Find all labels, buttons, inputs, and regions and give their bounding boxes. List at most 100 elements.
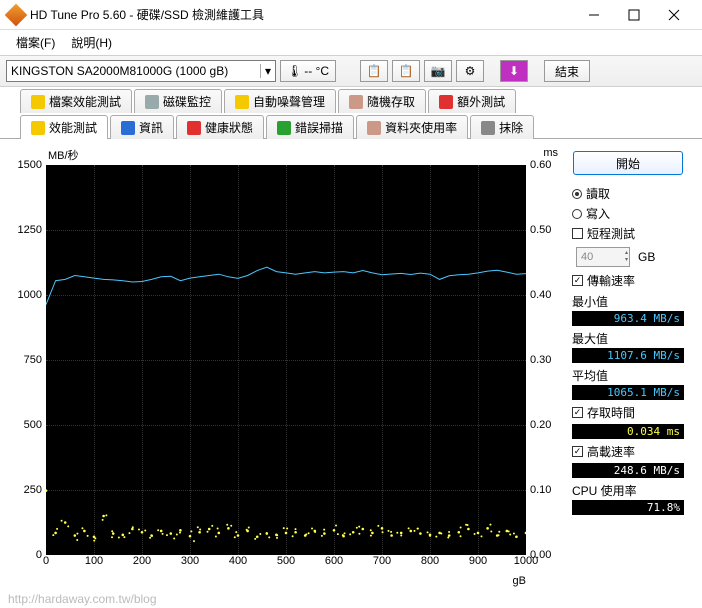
camera-clipboard-icon: 📋 bbox=[399, 64, 414, 78]
check-burst-rate[interactable]: ✓ 高載速率 bbox=[572, 443, 684, 460]
download-icon: ⬇ bbox=[509, 64, 519, 78]
short-test-size-input[interactable]: 40 bbox=[576, 247, 630, 267]
cpu-label: CPU 使用率 bbox=[572, 482, 684, 499]
x-unit-label: gB bbox=[513, 575, 526, 587]
tab-icon bbox=[481, 121, 495, 135]
minimize-button[interactable] bbox=[574, 1, 614, 29]
copy-info-button[interactable]: 📋 bbox=[360, 60, 388, 82]
tab-label: 效能測試 bbox=[49, 119, 97, 136]
burst-rate-value: 248.6 MB/s bbox=[572, 463, 684, 478]
clipboard-icon: 📋 bbox=[367, 64, 382, 78]
min-label: 最小值 bbox=[572, 293, 684, 310]
radio-icon bbox=[572, 209, 582, 219]
chevron-down-icon: ▾ bbox=[260, 64, 271, 78]
main-content: MB/秒 ms 0250500750100012501500 0.000.100… bbox=[0, 138, 702, 577]
tab-icon bbox=[439, 95, 453, 109]
tab-icon bbox=[145, 95, 159, 109]
x-axis: gB 01002003004005006007008009001000 bbox=[46, 555, 526, 571]
tab-抹除[interactable]: 抹除 bbox=[470, 115, 534, 139]
side-panel: 開始 讀取 寫入 短程測試 40 GB ✓傳輸速率 最小值 963.4 MB/s… bbox=[566, 147, 690, 571]
tab-icon bbox=[31, 95, 45, 109]
max-value: 1107.6 MB/s bbox=[572, 348, 684, 363]
tab-隨機存取[interactable]: 隨機存取 bbox=[338, 89, 426, 113]
tab-icon bbox=[31, 121, 45, 135]
min-value: 963.4 MB/s bbox=[572, 311, 684, 326]
options-button[interactable]: ⚙ bbox=[456, 60, 484, 82]
tab-label: 資訊 bbox=[139, 119, 163, 136]
check-short-test[interactable]: 短程測試 bbox=[572, 225, 684, 242]
checkbox-icon: ✓ bbox=[572, 407, 583, 418]
app-icon bbox=[5, 3, 28, 26]
save-button[interactable]: ⬇ bbox=[500, 60, 528, 82]
tab-icon bbox=[235, 95, 249, 109]
radio-icon bbox=[572, 189, 582, 199]
tab-icon bbox=[187, 121, 201, 135]
menubar: 檔案(F) 說明(H) bbox=[0, 30, 702, 55]
drive-select[interactable]: KINGSTON SA2000M81000G (1000 gB) ▾ bbox=[6, 60, 276, 82]
tab-檔案效能測試[interactable]: 檔案效能測試 bbox=[20, 89, 132, 113]
start-button[interactable]: 開始 bbox=[573, 151, 683, 175]
exit-button[interactable]: 結束 bbox=[544, 60, 590, 82]
tab-額外測試[interactable]: 額外測試 bbox=[428, 89, 516, 113]
tab-label: 磁碟監控 bbox=[163, 93, 211, 110]
tab-健康狀態[interactable]: 健康狀態 bbox=[176, 115, 264, 139]
tab-錯誤掃描[interactable]: 錯誤掃描 bbox=[266, 115, 354, 139]
tab-label: 錯誤掃描 bbox=[295, 119, 343, 136]
thermometer-icon: 🌡 bbox=[287, 64, 302, 78]
tab-資料夾使用率[interactable]: 資料夾使用率 bbox=[356, 115, 468, 139]
tab-icon bbox=[367, 121, 381, 135]
exit-label: 結束 bbox=[555, 63, 579, 80]
tab-icon bbox=[349, 95, 363, 109]
radio-read-label: 讀取 bbox=[586, 185, 610, 202]
gear-icon: ⚙ bbox=[465, 64, 476, 78]
tabs-row-1: 檔案效能測試 磁碟監控 自動噪聲管理 隨機存取 額外測試 bbox=[0, 87, 702, 113]
tabs-row-2: 效能測試 資訊 健康狀態 錯誤掃描 資料夾使用率 抹除 bbox=[0, 113, 702, 139]
tab-icon bbox=[277, 121, 291, 135]
transfer-rate-label: 傳輸速率 bbox=[587, 272, 635, 289]
chart-area: MB/秒 ms 0250500750100012501500 0.000.100… bbox=[6, 147, 566, 571]
maximize-button[interactable] bbox=[614, 1, 654, 29]
copy-screenshot-button[interactable]: 📋 bbox=[392, 60, 420, 82]
max-label: 最大值 bbox=[572, 330, 684, 347]
tab-資訊[interactable]: 資訊 bbox=[110, 115, 174, 139]
y-left-label: MB/秒 bbox=[48, 147, 79, 163]
radio-read[interactable]: 讀取 bbox=[572, 185, 684, 202]
y-axis-right: 0.000.100.200.300.400.500.60 bbox=[526, 165, 564, 555]
camera-icon: 📷 bbox=[431, 64, 446, 78]
temperature-display: 🌡 -- °C bbox=[280, 60, 336, 82]
radio-write[interactable]: 寫入 bbox=[572, 205, 684, 222]
tab-自動噪聲管理[interactable]: 自動噪聲管理 bbox=[224, 89, 336, 113]
watermark: http://hardaway.com.tw/blog bbox=[8, 592, 157, 606]
tab-效能測試[interactable]: 效能測試 bbox=[20, 115, 108, 139]
avg-label: 平均值 bbox=[572, 367, 684, 384]
window-title: HD Tune Pro 5.60 - 硬碟/SSD 檢測維護工具 bbox=[30, 6, 574, 23]
menu-file[interactable]: 檔案(F) bbox=[8, 32, 63, 53]
start-label: 開始 bbox=[616, 155, 640, 172]
tab-label: 抹除 bbox=[499, 119, 523, 136]
check-transfer-rate[interactable]: ✓傳輸速率 bbox=[572, 272, 684, 289]
cpu-value: 71.8% bbox=[572, 500, 684, 515]
tab-label: 健康狀態 bbox=[205, 119, 253, 136]
screenshot-button[interactable]: 📷 bbox=[424, 60, 452, 82]
temperature-value: -- °C bbox=[304, 64, 329, 78]
burst-rate-label: 高載速率 bbox=[587, 443, 635, 460]
drive-select-text: KINGSTON SA2000M81000G (1000 gB) bbox=[11, 64, 228, 78]
close-button[interactable] bbox=[654, 1, 694, 29]
gb-unit: GB bbox=[638, 250, 655, 264]
access-time-value: 0.034 ms bbox=[572, 424, 684, 439]
menu-help[interactable]: 說明(H) bbox=[63, 32, 120, 53]
tab-磁碟監控[interactable]: 磁碟監控 bbox=[134, 89, 222, 113]
toolbar: KINGSTON SA2000M81000G (1000 gB) ▾ 🌡 -- … bbox=[0, 55, 702, 87]
tab-label: 隨機存取 bbox=[367, 93, 415, 110]
access-time-label: 存取時間 bbox=[587, 404, 635, 421]
window-buttons bbox=[574, 1, 694, 29]
chart-header: MB/秒 ms bbox=[6, 147, 566, 165]
check-access-time[interactable]: ✓ 存取時間 bbox=[572, 404, 684, 421]
checkbox-icon bbox=[572, 228, 583, 239]
tab-label: 額外測試 bbox=[457, 93, 505, 110]
tab-label: 資料夾使用率 bbox=[385, 119, 457, 136]
tab-label: 自動噪聲管理 bbox=[253, 93, 325, 110]
checkbox-icon: ✓ bbox=[572, 446, 583, 457]
plot-canvas bbox=[46, 165, 526, 555]
y-axis-left: 0250500750100012501500 bbox=[6, 165, 46, 555]
